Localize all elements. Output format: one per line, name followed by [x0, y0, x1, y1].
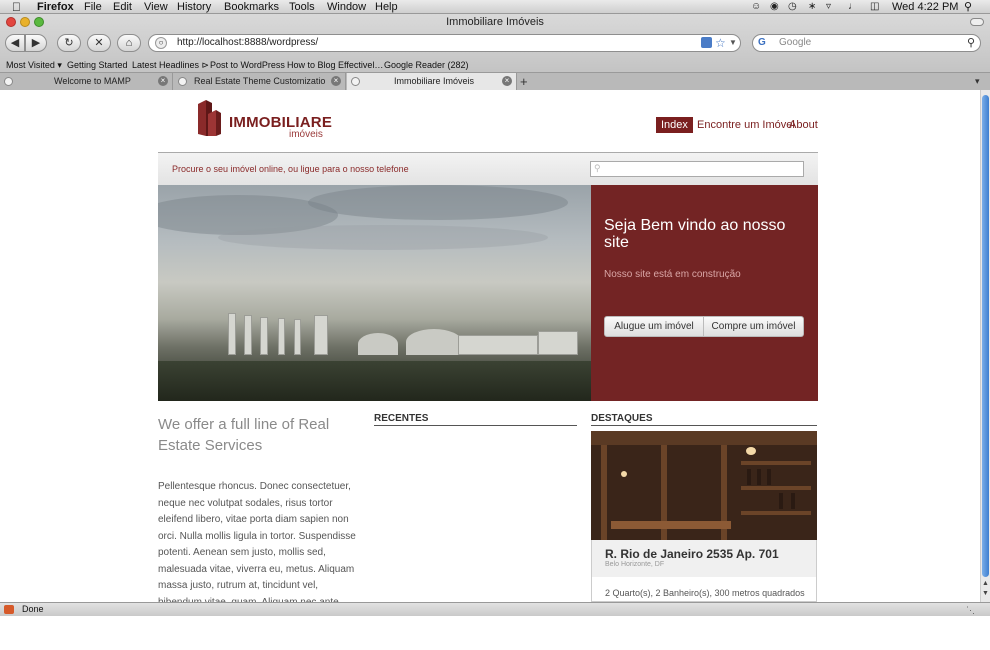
bookmark-most-visited[interactable]: Most Visited ▾: [6, 58, 62, 72]
search-placeholder: Google: [779, 37, 812, 48]
tab-label: Welcome to MAMP: [54, 76, 131, 86]
logo-subtitle: imóveis: [289, 129, 323, 140]
bluetooth-icon[interactable]: ∗: [808, 0, 816, 14]
tab-favicon: [178, 77, 187, 86]
welcome-heading: Seja Bem vindo ao nosso site: [604, 217, 786, 251]
featured-property-image[interactable]: [591, 431, 817, 540]
search-icon: ⚲: [594, 163, 601, 173]
menu-view[interactable]: View: [144, 0, 168, 14]
close-tab-icon[interactable]: ×: [331, 76, 341, 86]
tab-welcome-mamp[interactable]: Welcome to MAMP ×: [0, 73, 173, 90]
tab-favicon: [351, 77, 360, 86]
skype-icon[interactable]: ☺: [751, 0, 761, 14]
menu-tools[interactable]: Tools: [289, 0, 315, 14]
featured-property-card[interactable]: R. Rio de Janeiro 2535 Ap. 701 Belo Hori…: [591, 540, 817, 602]
tagline-strip: Procure o seu imóvel online, ou ligue pa…: [158, 152, 818, 185]
tab-favicon: [4, 77, 13, 86]
app-menu[interactable]: Firefox: [37, 0, 74, 14]
scroll-up-icon[interactable]: ▲: [982, 580, 989, 587]
minimize-window-button[interactable]: [20, 17, 30, 27]
history-dropdown-icon[interactable]: ▼: [729, 35, 737, 51]
site-identity-icon[interactable]: ○: [155, 37, 167, 49]
featured-location: Belo Horizonte, DF: [605, 561, 665, 568]
scroll-down-icon[interactable]: ▼: [982, 590, 989, 597]
status-bar: Done ⋱: [0, 602, 990, 616]
firebug-icon[interactable]: [4, 605, 14, 614]
search-engine-bar[interactable]: G Google ⚲: [752, 34, 981, 52]
address-bar[interactable]: ○ http://localhost:8888/wordpress/ ☆ ▼: [148, 34, 741, 52]
menu-history[interactable]: History: [177, 0, 211, 14]
site-search-input[interactable]: ⚲: [590, 161, 804, 177]
status-text: Done: [22, 604, 44, 614]
url-text[interactable]: http://localhost:8888/wordpress/: [177, 37, 318, 48]
rss-feed-icon[interactable]: [701, 37, 712, 48]
window-title: Immobiliare Imóveis: [446, 16, 544, 28]
back-button[interactable]: ◀: [5, 34, 25, 52]
page-viewport: IMMOBILIARE imóveis Index Encontre um Im…: [0, 90, 980, 602]
tagline: Procure o seu imóvel online, ou ligue pa…: [172, 164, 409, 174]
featured-details: 2 Quarto(s), 2 Banheiro(s), 300 metros q…: [605, 588, 805, 598]
destaques-heading: DESTAQUES: [591, 413, 817, 426]
time-machine-icon[interactable]: ◷: [788, 0, 797, 14]
home-button[interactable]: ⌂: [117, 34, 141, 52]
tab-immobiliare[interactable]: Immobiliare Imóveis ×: [347, 73, 517, 90]
tab-label: Real Estate Theme Customization…: [194, 76, 326, 86]
logo-building-icon[interactable]: [196, 98, 222, 138]
tab-label: Immobiliare Imóveis: [394, 76, 475, 86]
bookmark-latest-headlines[interactable]: Latest Headlines ⊳: [132, 58, 209, 72]
reload-button[interactable]: ↻: [57, 34, 81, 52]
menu-edit[interactable]: Edit: [113, 0, 132, 14]
menu-help[interactable]: Help: [375, 0, 398, 14]
nav-about[interactable]: About: [789, 117, 818, 133]
google-icon[interactable]: G: [758, 37, 772, 49]
nav-encontre-imovel[interactable]: Encontre um Imóvel: [697, 117, 795, 133]
desktop-background: [0, 616, 990, 650]
bookmark-how-to-blog[interactable]: How to Blog Effectivel…: [287, 58, 383, 72]
toolbar-toggle-button[interactable]: [970, 18, 984, 26]
stop-button[interactable]: ✕: [87, 34, 111, 52]
close-tab-icon[interactable]: ×: [502, 76, 512, 86]
forward-button[interactable]: ▶: [25, 34, 47, 52]
scrollbar-thumb[interactable]: [982, 95, 989, 577]
bookmarks-toolbar: Most Visited ▾ Getting Started Latest He…: [0, 58, 990, 72]
volume-icon[interactable]: ♩: [848, 0, 858, 14]
apple-icon[interactable]: : [12, 0, 21, 14]
os-menu-bar:  Firefox File Edit View History Bookmar…: [0, 0, 990, 14]
nav-index[interactable]: Index: [656, 117, 693, 133]
recentes-heading: RECENTES: [374, 413, 577, 426]
battery-icon[interactable]: ◫: [870, 0, 879, 14]
rent-property-button[interactable]: Alugue um imóvel: [604, 316, 704, 337]
new-tab-button[interactable]: +: [520, 73, 528, 90]
welcome-panel: Seja Bem vindo ao nosso site Nosso site …: [591, 185, 818, 401]
tab-real-estate-theme[interactable]: Real Estate Theme Customization… ×: [174, 73, 346, 90]
menu-file[interactable]: File: [84, 0, 102, 14]
navigation-toolbar: ◀ ▶ ↻ ✕ ⌂ ○ http://localhost:8888/wordpr…: [0, 32, 990, 56]
close-window-button[interactable]: [6, 17, 16, 27]
buy-property-button[interactable]: Compre um imóvel: [704, 316, 804, 337]
menu-bookmarks[interactable]: Bookmarks: [224, 0, 279, 14]
welcome-subtitle: Nosso site está em construção: [604, 269, 741, 280]
featured-title[interactable]: R. Rio de Janeiro 2535 Ap. 701: [605, 547, 779, 561]
browser-chrome: Immobiliare Imóveis ◀ ▶ ↻ ✕ ⌂ ○ http://l…: [0, 14, 990, 90]
hero-image: [158, 185, 591, 401]
spotlight-icon[interactable]: ⚲: [964, 0, 972, 14]
bookmark-post-to-wordpress[interactable]: Post to WordPress: [210, 58, 285, 72]
bookmark-getting-started[interactable]: Getting Started: [67, 58, 128, 72]
zoom-window-button[interactable]: [34, 17, 44, 27]
sync-icon[interactable]: ◉: [770, 0, 779, 14]
page-scrollbar[interactable]: ▲ ▼: [980, 90, 990, 602]
clock[interactable]: Wed 4:22 PM: [892, 0, 958, 14]
search-icon[interactable]: ⚲: [967, 35, 975, 51]
bookmark-star-icon[interactable]: ☆: [715, 35, 726, 51]
services-title: We offer a full line of Real Estate Serv…: [158, 416, 330, 454]
menu-window[interactable]: Window: [327, 0, 366, 14]
list-all-tabs-icon[interactable]: ▾: [975, 76, 980, 87]
wifi-icon[interactable]: ▿: [826, 0, 831, 14]
bookmark-google-reader[interactable]: Google Reader (282): [384, 58, 469, 72]
services-body: Pellentesque rhoncus. Donec consectetuer…: [158, 481, 356, 602]
close-tab-icon[interactable]: ×: [158, 76, 168, 86]
tab-bar: Welcome to MAMP × Real Estate Theme Cust…: [0, 72, 990, 90]
